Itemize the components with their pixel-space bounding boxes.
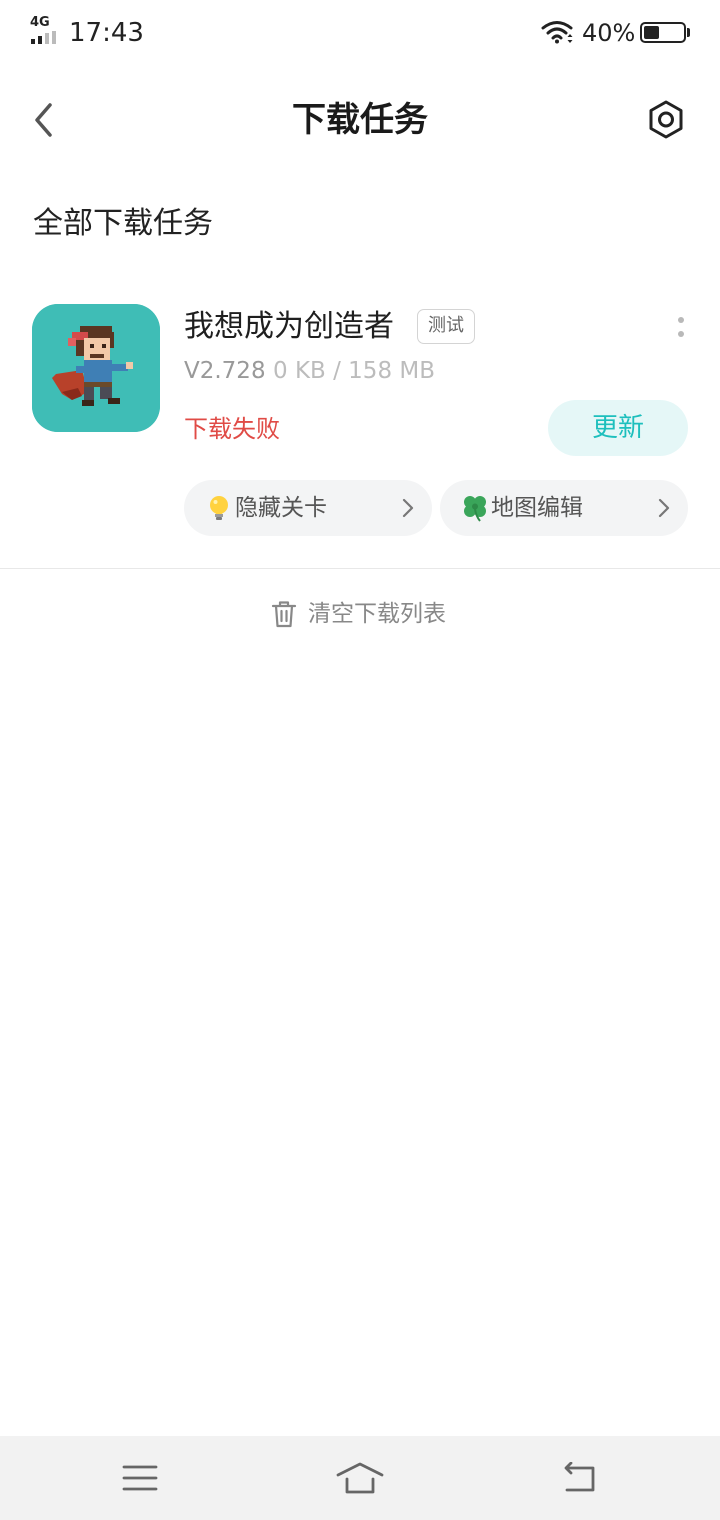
more-dot-icon	[678, 331, 684, 337]
cellular-signal-icon: 4G	[30, 16, 62, 46]
chip-label: 隐藏关卡	[235, 495, 327, 521]
app-name: 我想成为创造者	[184, 309, 394, 344]
map-editor-chip[interactable]: 地图编辑	[440, 480, 688, 536]
settings-button[interactable]	[642, 96, 690, 144]
menu-icon	[122, 1465, 158, 1491]
nav-menu-button[interactable]	[116, 1456, 164, 1500]
test-tag-badge: 测试	[417, 309, 475, 344]
clear-download-list-button[interactable]: 清空下载列表	[270, 594, 446, 634]
nav-back-button[interactable]	[555, 1456, 603, 1500]
battery-level	[644, 26, 659, 39]
return-icon	[564, 1462, 595, 1492]
trash-icon	[271, 601, 297, 628]
chevron-right-icon	[658, 498, 670, 518]
update-button[interactable]: 更新	[548, 400, 688, 456]
clock: 17:43	[69, 18, 144, 48]
chevron-right-icon	[402, 498, 414, 518]
pixel-hero-icon	[32, 304, 160, 432]
clear-download-list-label: 清空下载列表	[308, 601, 446, 627]
download-status: 下载失败	[184, 415, 280, 443]
divider	[0, 568, 720, 569]
nav-home-button[interactable]	[336, 1456, 384, 1500]
battery-tip	[687, 28, 690, 37]
header: 下载任务	[0, 66, 720, 176]
more-options-button[interactable]	[668, 312, 694, 342]
network-type: 4G	[30, 15, 50, 30]
system-nav-bar	[0, 1436, 720, 1520]
app-version: V2.728	[184, 358, 266, 384]
lightbulb-icon	[210, 496, 228, 520]
home-icon	[336, 1462, 384, 1494]
four-leaf-clover-icon	[464, 496, 486, 522]
battery-icon	[640, 22, 686, 43]
more-dot-icon	[678, 317, 684, 323]
wifi-icon	[541, 21, 573, 44]
section-title: 全部下载任务	[33, 206, 213, 241]
status-bar: 4G 17:43 40%	[0, 0, 720, 66]
app-icon	[32, 304, 160, 432]
settings-icon	[649, 100, 683, 139]
hidden-levels-chip[interactable]: 隐藏关卡	[184, 480, 432, 536]
page-title: 下载任务	[292, 100, 428, 140]
download-task-item[interactable]: 我想成为创造者 测试 V2.728 0 KB / 158 MB 下载失败 更新 …	[0, 290, 720, 568]
download-size: 0 KB / 158 MB	[273, 358, 436, 384]
battery-percent: 40%	[582, 19, 636, 47]
chip-label: 地图编辑	[491, 495, 583, 521]
